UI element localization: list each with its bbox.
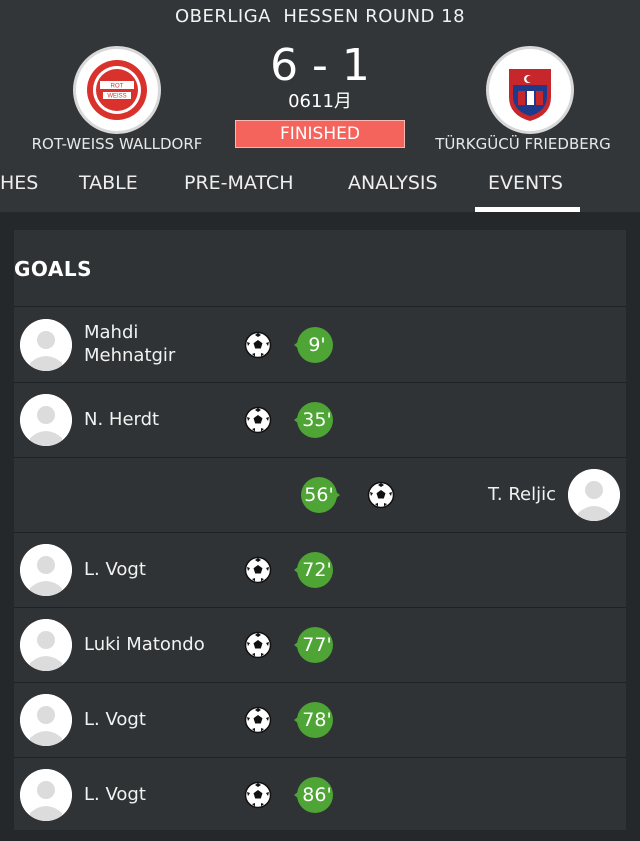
goal-minute: 56' — [304, 484, 334, 506]
league-title: OBERLIGA HESSEN ROUND 18 — [174, 6, 466, 27]
tab-pre-match[interactable]: PRE-MATCH — [184, 168, 293, 198]
player-name[interactable]: L. Vogt — [84, 558, 224, 581]
away-team-crest[interactable] — [486, 46, 574, 134]
goal-minute-badge: 77' — [290, 622, 336, 668]
goal-minute: 77' — [302, 634, 332, 656]
goal-minute: 86' — [302, 784, 332, 806]
player-avatar[interactable] — [20, 319, 72, 371]
player-name[interactable]: T. Reljic — [404, 483, 556, 506]
goal-event-row[interactable]: Luki Matondo 77' — [14, 608, 626, 683]
tab-events[interactable]: EVENTS — [488, 168, 563, 198]
player-name[interactable]: Luki Matondo — [84, 633, 224, 656]
goal-minute: 72' — [302, 559, 332, 581]
soccer-ball-icon — [244, 781, 272, 809]
svg-text:ROT: ROT — [111, 84, 124, 90]
goal-minute: 9' — [308, 334, 326, 356]
goal-minute: 78' — [302, 709, 332, 731]
match-score: 6 - 1 — [270, 40, 370, 91]
title-divider — [14, 306, 626, 307]
goals-title: GOALS — [14, 257, 93, 281]
player-avatar[interactable] — [20, 694, 72, 746]
player-avatar[interactable] — [20, 769, 72, 821]
player-name[interactable]: Mahdi Mehnatgir — [84, 321, 224, 367]
match-status-badge: FINISHED — [235, 120, 405, 148]
tab-table[interactable]: TABLE — [79, 168, 138, 198]
goal-event-row[interactable]: L. Vogt 78' — [14, 683, 626, 758]
goal-minute-badge: 9' — [290, 322, 336, 368]
player-avatar[interactable] — [20, 394, 72, 446]
tab-analysis[interactable]: ANALYSIS — [348, 168, 438, 198]
goal-event-row[interactable]: N. Herdt 35' — [14, 383, 626, 458]
player-avatar[interactable] — [20, 619, 72, 671]
soccer-ball-icon — [244, 706, 272, 734]
away-team-name[interactable]: TÜRKGÜCÜ FRIEDBERG — [406, 135, 640, 153]
goal-minute-badge: 35' — [290, 397, 336, 443]
goal-event-row[interactable]: L. Vogt 86' — [14, 758, 626, 833]
home-team-name[interactable]: ROT-WEISS WALLDORF — [0, 135, 234, 153]
goal-minute-badge: 86' — [290, 772, 336, 818]
soccer-ball-icon — [244, 406, 272, 434]
tab-bar: HES TABLE PRE-MATCH ANALYSIS EVENTS — [0, 168, 640, 212]
goal-event-row[interactable]: Mahdi Mehnatgir 9' — [14, 308, 626, 383]
player-avatar[interactable] — [568, 469, 620, 521]
player-name[interactable]: N. Herdt — [84, 408, 224, 431]
svg-text:WEISS: WEISS — [107, 94, 126, 100]
active-tab-indicator — [475, 207, 580, 212]
soccer-ball-icon — [244, 631, 272, 659]
tab-matches[interactable]: HES — [0, 168, 38, 198]
player-name[interactable]: L. Vogt — [84, 783, 224, 806]
home-team-crest[interactable]: ROT WEISS — [73, 46, 161, 134]
soccer-ball-icon — [244, 556, 272, 584]
soccer-ball-icon — [244, 331, 272, 359]
match-date: 0611月 — [288, 91, 352, 112]
goal-event-row[interactable]: L. Vogt 72' — [14, 533, 626, 608]
player-avatar[interactable] — [20, 544, 72, 596]
goal-minute-badge: 72' — [290, 547, 336, 593]
soccer-ball-icon — [367, 481, 395, 509]
goal-minute: 35' — [302, 409, 332, 431]
goal-minute-badge: 56' — [298, 472, 344, 518]
player-name[interactable]: L. Vogt — [84, 708, 224, 731]
goal-event-row[interactable]: T. Reljic 56' — [14, 458, 626, 533]
goal-minute-badge: 78' — [290, 697, 336, 743]
